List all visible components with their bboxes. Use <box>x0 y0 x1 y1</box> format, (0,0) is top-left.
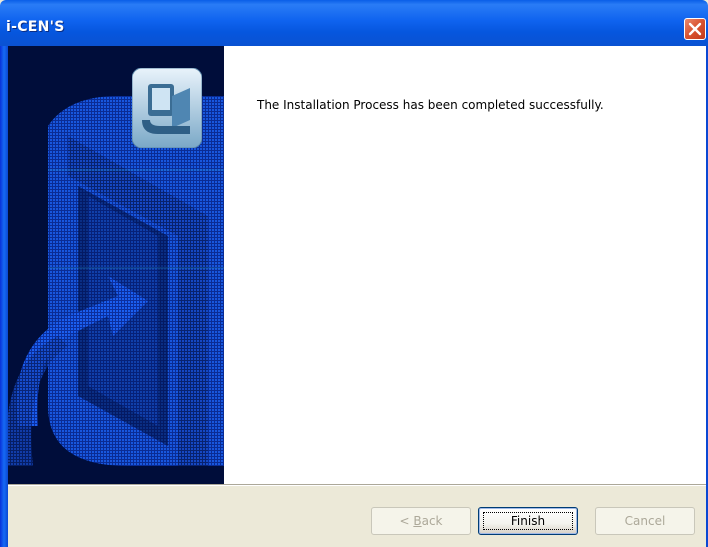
close-icon <box>688 22 702 36</box>
sidebar-banner <box>8 46 224 484</box>
completion-message: The Installation Process has been comple… <box>257 98 604 112</box>
installer-window: i-CEN'S The Installation Process has bee… <box>0 0 708 547</box>
back-button-mnemonic: B <box>413 514 422 528</box>
cancel-button-label: Cancel <box>624 514 666 528</box>
installer-computer-icon <box>132 68 202 148</box>
window-title: i-CEN'S <box>6 19 65 35</box>
back-button-prefix: < <box>399 514 414 528</box>
cancel-button[interactable]: Cancel <box>595 507 695 535</box>
window-frame-left <box>0 46 8 547</box>
button-separator <box>8 484 706 486</box>
back-button-label: ack <box>421 514 443 528</box>
close-button[interactable] <box>684 18 706 40</box>
back-button[interactable]: < Back <box>371 507 471 535</box>
title-bar[interactable]: i-CEN'S <box>0 0 708 46</box>
content-panel: The Installation Process has been comple… <box>224 46 706 484</box>
finish-button-label: Finish <box>510 514 546 528</box>
finish-button[interactable]: Finish <box>478 507 578 535</box>
